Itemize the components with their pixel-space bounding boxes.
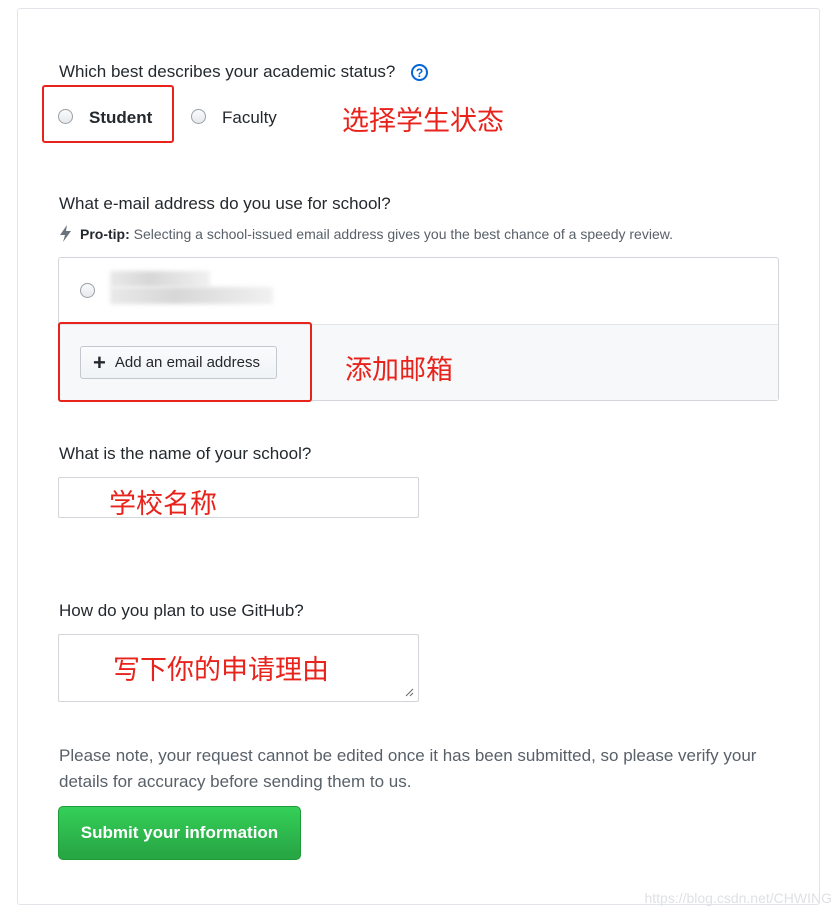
submit-button[interactable]: Submit your information xyxy=(58,806,301,860)
plus-icon: + xyxy=(93,349,106,375)
redacted-email xyxy=(110,271,210,287)
student-radio[interactable] xyxy=(58,109,73,124)
faculty-radio-label[interactable]: Faculty xyxy=(222,108,277,128)
pro-tip-label: Pro-tip: xyxy=(80,225,130,242)
school-question: What is the name of your school? xyxy=(59,444,312,463)
status-annotation: 选择学生状态 xyxy=(342,106,504,137)
email-question: What e-mail address do you use for schoo… xyxy=(59,194,391,213)
redacted-email-line xyxy=(110,287,273,304)
watermark: https://blog.csdn.net/CHWING xyxy=(644,890,832,906)
student-radio-label[interactable]: Student xyxy=(89,108,152,128)
lightning-icon xyxy=(60,225,71,242)
question-circle-icon[interactable]: ? xyxy=(411,64,428,81)
resize-handle-icon[interactable] xyxy=(404,687,414,697)
pro-tip-text: Selecting a school-issued email address … xyxy=(133,225,673,242)
school-annotation: 学校名称 xyxy=(109,489,217,520)
email-radio[interactable] xyxy=(80,283,95,298)
status-question: Which best describes your academic statu… xyxy=(59,62,396,81)
usage-annotation: 写下你的申请理由 xyxy=(113,655,329,686)
pro-tip: Pro-tip: Selecting a school-issued email… xyxy=(59,225,673,242)
email-annotation: 添加邮箱 xyxy=(345,355,453,386)
faculty-radio[interactable] xyxy=(191,109,206,124)
add-email-button[interactable]: + Add an email address xyxy=(80,346,277,379)
usage-question: How do you plan to use GitHub? xyxy=(59,601,304,620)
add-email-label: Add an email address xyxy=(114,354,260,371)
submission-note: Please note, your request cannot be edit… xyxy=(59,746,757,791)
